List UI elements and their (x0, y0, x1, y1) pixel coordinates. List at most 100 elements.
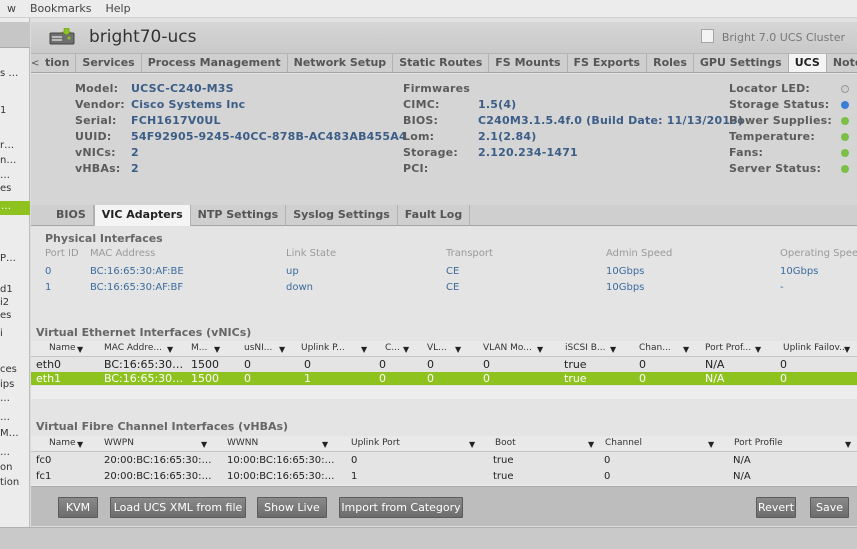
vnics-col-channel[interactable]: C... (385, 343, 400, 353)
tree-item[interactable]: M… (0, 428, 30, 439)
tree-item[interactable]: on (0, 462, 30, 473)
subtab-vic-adapters[interactable]: VIC Adapters (93, 205, 191, 226)
vnics-col-uplink-failover[interactable]: Uplink Failov... (783, 343, 848, 353)
vnic-usnic: 0 (244, 358, 251, 371)
locator-led-indicator-icon[interactable] (841, 85, 849, 93)
vhbas-row[interactable]: fc0 20:00:BC:16:65:30:… 10:00:BC:16:65:3… (31, 454, 857, 467)
chevron-down-icon[interactable]: ▼ (77, 440, 83, 449)
vnics-col-usnic[interactable]: usNI... (244, 343, 272, 353)
vhbas-col-name[interactable]: Name (49, 438, 76, 448)
vnics-col-port-profile[interactable]: Port Prof... (705, 343, 751, 353)
lom-label: Lom: (403, 130, 435, 143)
tab-scroll-left-icon[interactable]: < (31, 54, 39, 72)
chevron-down-icon[interactable]: ▼ (844, 345, 850, 354)
tab-notes[interactable]: Notes (827, 54, 857, 72)
chevron-down-icon[interactable]: ▼ (610, 345, 616, 354)
chevron-down-icon[interactable]: ▼ (537, 345, 543, 354)
chevron-down-icon[interactable]: ▼ (455, 345, 461, 354)
menu-help[interactable]: Help (98, 2, 137, 15)
vhba-boot: true (493, 455, 514, 466)
vnics-col-vlan[interactable]: VL... (427, 343, 447, 353)
tree-item[interactable]: es (0, 183, 30, 194)
lom-value: 2.1(2.84) (478, 130, 537, 143)
subtab-syslog-settings[interactable]: Syslog Settings (286, 205, 398, 226)
tree-item[interactable]: n… (0, 155, 30, 166)
tab-process-management[interactable]: Process Management (142, 54, 288, 72)
tree-item[interactable]: P… (0, 253, 30, 264)
vhbas-col-wwnn[interactable]: WWNN (227, 438, 258, 448)
chevron-down-icon[interactable]: ▼ (77, 345, 83, 354)
tab-services[interactable]: Services (76, 54, 142, 72)
chevron-down-icon[interactable]: ▼ (201, 440, 207, 449)
tree-item[interactable]: tion (0, 477, 30, 488)
load-ucs-xml-button[interactable]: Load UCS XML from file (110, 497, 246, 518)
show-live-button[interactable]: Show Live (257, 497, 327, 518)
vnics-col-name[interactable]: Name (49, 343, 76, 353)
phys-cell: CE (446, 282, 460, 293)
tree-item[interactable]: ips (0, 379, 30, 390)
vhbas-col-uplink-port[interactable]: Uplink Port (351, 438, 400, 448)
vhbas-col-boot[interactable]: Boot (495, 438, 516, 448)
tree-item[interactable]: ces (0, 364, 30, 375)
vhba-channel: 0 (604, 471, 611, 482)
vnics-col-channel-2[interactable]: Chan... (639, 343, 671, 353)
tree-item[interactable]: s … (0, 68, 30, 79)
vnics-col-mac[interactable]: MAC Addre... (104, 343, 162, 353)
vhbas-row[interactable]: fc1 20:00:BC:16:65:30:… 10:00:BC:16:65:3… (31, 470, 857, 483)
chevron-down-icon[interactable]: ▼ (361, 345, 367, 354)
chevron-down-icon[interactable]: ▼ (708, 440, 714, 449)
tab-network-setup[interactable]: Network Setup (288, 54, 394, 72)
subtab-ntp-settings[interactable]: NTP Settings (191, 205, 287, 226)
chevron-down-icon[interactable]: ▼ (588, 440, 594, 449)
vnics-col-iscsi-boot[interactable]: iSCSI B... (565, 343, 605, 353)
vnics-row[interactable]: eth0 BC:16:65:30… 1500 0 0 0 0 0 true 0 … (31, 358, 857, 371)
cimc-value: 1.5(4) (478, 98, 517, 111)
vhbas-col-channel[interactable]: Channel (605, 438, 642, 448)
chevron-down-icon[interactable]: ▼ (683, 345, 689, 354)
tab-fs-exports[interactable]: FS Exports (568, 54, 648, 72)
tree-item[interactable]: … (0, 412, 30, 423)
menu-bookmarks[interactable]: Bookmarks (23, 2, 98, 15)
import-from-category-button[interactable]: Import from Category (339, 497, 463, 518)
tree-item[interactable]: i2 (0, 297, 30, 308)
tab-static-routes[interactable]: Static Routes (393, 54, 490, 72)
chevron-down-icon[interactable]: ▼ (845, 440, 851, 449)
menu-view[interactable]: w (0, 2, 23, 15)
subtab-fault-log[interactable]: Fault Log (398, 205, 471, 226)
chevron-down-icon[interactable]: ▼ (279, 345, 285, 354)
tab-ucs[interactable]: UCS (788, 54, 827, 72)
save-button[interactable]: Save (810, 497, 849, 518)
tree-item[interactable]: … (0, 393, 30, 404)
vhbas-col-wwpn[interactable]: WWPN (104, 438, 134, 448)
vnics-col-mtu[interactable]: M... (191, 343, 207, 353)
chevron-down-icon[interactable]: ▼ (469, 440, 475, 449)
tree-item[interactable]: es (0, 310, 30, 321)
tree-item[interactable]: 1 (0, 105, 30, 116)
tree-item[interactable]: … (0, 170, 30, 181)
tab-configuration[interactable]: tion (39, 54, 77, 72)
vhbas-col-port-profile[interactable]: Port Profile (734, 438, 783, 448)
tree-item[interactable]: i (0, 328, 30, 339)
tree-item[interactable]: d1 (0, 284, 30, 295)
tab-fs-mounts[interactable]: FS Mounts (489, 54, 568, 72)
kvm-button[interactable]: KVM (58, 497, 98, 518)
chevron-down-icon[interactable]: ▼ (755, 345, 761, 354)
vnics-row-selected[interactable]: eth1 BC:16:65:30… 1500 0 1 0 0 0 true 0 … (31, 372, 857, 385)
cluster-link[interactable]: Bright 7.0 UCS Cluster (722, 31, 845, 44)
subtab-bios[interactable]: BIOS (49, 205, 94, 226)
cluster-icon (701, 29, 714, 43)
vnics-col-uplink-port[interactable]: Uplink P... (301, 343, 345, 353)
vnics-col-vlan-mode[interactable]: VLAN Mo... (483, 343, 532, 353)
cimc-label: CIMC: (403, 98, 440, 111)
chevron-down-icon[interactable]: ▼ (167, 345, 173, 354)
tree-item[interactable]: r… (0, 140, 30, 151)
vnic-channel: 0 (379, 372, 386, 385)
tree-item-selected[interactable]: … (0, 201, 30, 215)
chevron-down-icon[interactable]: ▼ (403, 345, 409, 354)
tab-roles[interactable]: Roles (647, 54, 694, 72)
revert-button[interactable]: Revert (756, 497, 796, 518)
tree-item[interactable]: … (0, 447, 30, 458)
chevron-down-icon[interactable]: ▼ (322, 440, 328, 449)
chevron-down-icon[interactable]: ▼ (214, 345, 220, 354)
tab-gpu-settings[interactable]: GPU Settings (694, 54, 789, 72)
